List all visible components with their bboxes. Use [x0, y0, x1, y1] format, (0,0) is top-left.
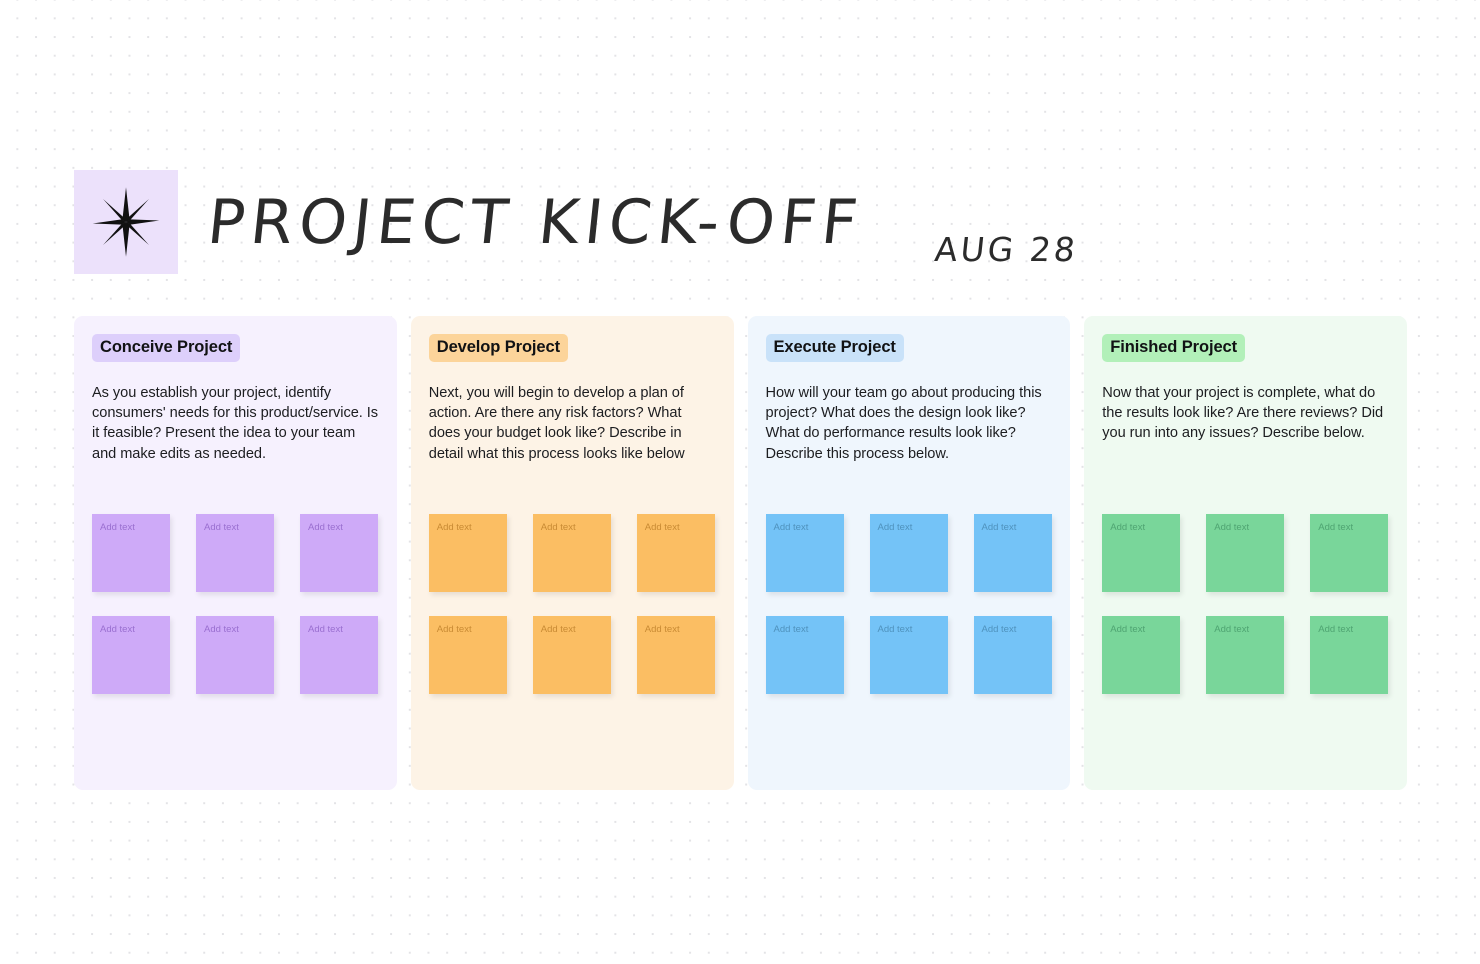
sticky-note[interactable]: Add text: [196, 514, 274, 592]
notes-grid-execute: Add text Add text Add text Add text Add …: [765, 514, 1053, 694]
sticky-note[interactable]: Add text: [765, 514, 844, 592]
column-heading-finished: Finished Project: [1102, 334, 1246, 362]
sticky-note[interactable]: Add text: [92, 514, 170, 592]
kickoff-columns: Conceive Project As you establish your p…: [74, 316, 1407, 790]
column-finished: Finished Project Now that your project i…: [1084, 316, 1407, 790]
sticky-note[interactable]: Add text: [973, 514, 1052, 592]
sticky-note[interactable]: Add text: [765, 616, 844, 694]
sticky-note[interactable]: Add text: [1310, 616, 1389, 694]
notes-grid-finished: Add text Add text Add text Add text Add …: [1102, 514, 1389, 694]
sticky-note[interactable]: Add text: [428, 514, 507, 592]
column-heading-develop: Develop Project: [428, 334, 568, 362]
column-heading-execute: Execute Project: [765, 334, 904, 362]
sticky-note[interactable]: Add text: [636, 616, 715, 694]
sticky-note[interactable]: Add text: [532, 616, 611, 694]
sticky-note[interactable]: Add text: [1206, 514, 1285, 592]
column-description-develop: Next, you will begin to develop a plan o…: [428, 384, 685, 462]
logo-tile: [74, 170, 178, 274]
sticky-note[interactable]: Add text: [300, 616, 378, 694]
sparkle-star-icon: [89, 185, 163, 259]
column-conceive: Conceive Project As you establish your p…: [74, 316, 397, 790]
sticky-note[interactable]: Add text: [300, 514, 378, 592]
column-heading-conceive: Conceive Project: [92, 334, 241, 362]
column-description-execute: How will your team go about producing th…: [765, 384, 1042, 462]
sticky-note[interactable]: Add text: [1102, 616, 1181, 694]
sticky-note[interactable]: Add text: [636, 514, 715, 592]
notes-grid-develop: Add text Add text Add text Add text Add …: [428, 514, 716, 694]
board-date: AUG 28: [932, 230, 1080, 269]
page-title: PROJECT KICK-OFF: [204, 186, 867, 258]
board-header: PROJECT KICK-OFF AUG 28: [74, 170, 1080, 274]
sticky-note[interactable]: Add text: [1206, 616, 1285, 694]
column-description-finished: Now that your project is complete, what …: [1102, 384, 1384, 442]
column-execute: Execute Project How will your team go ab…: [747, 316, 1071, 790]
sticky-note[interactable]: Add text: [428, 616, 507, 694]
sticky-note[interactable]: Add text: [532, 514, 611, 592]
sticky-note[interactable]: Add text: [1102, 514, 1181, 592]
sticky-note[interactable]: Add text: [92, 616, 170, 694]
sticky-note[interactable]: Add text: [869, 514, 948, 592]
sticky-note[interactable]: Add text: [1310, 514, 1389, 592]
sticky-note[interactable]: Add text: [973, 616, 1052, 694]
sticky-note[interactable]: Add text: [196, 616, 274, 694]
notes-grid-conceive: Add text Add text Add text Add text Add …: [92, 514, 379, 694]
column-develop: Develop Project Next, you will begin to …: [410, 316, 734, 790]
column-description-conceive: As you establish your project, identify …: [92, 384, 379, 462]
sticky-note[interactable]: Add text: [869, 616, 948, 694]
